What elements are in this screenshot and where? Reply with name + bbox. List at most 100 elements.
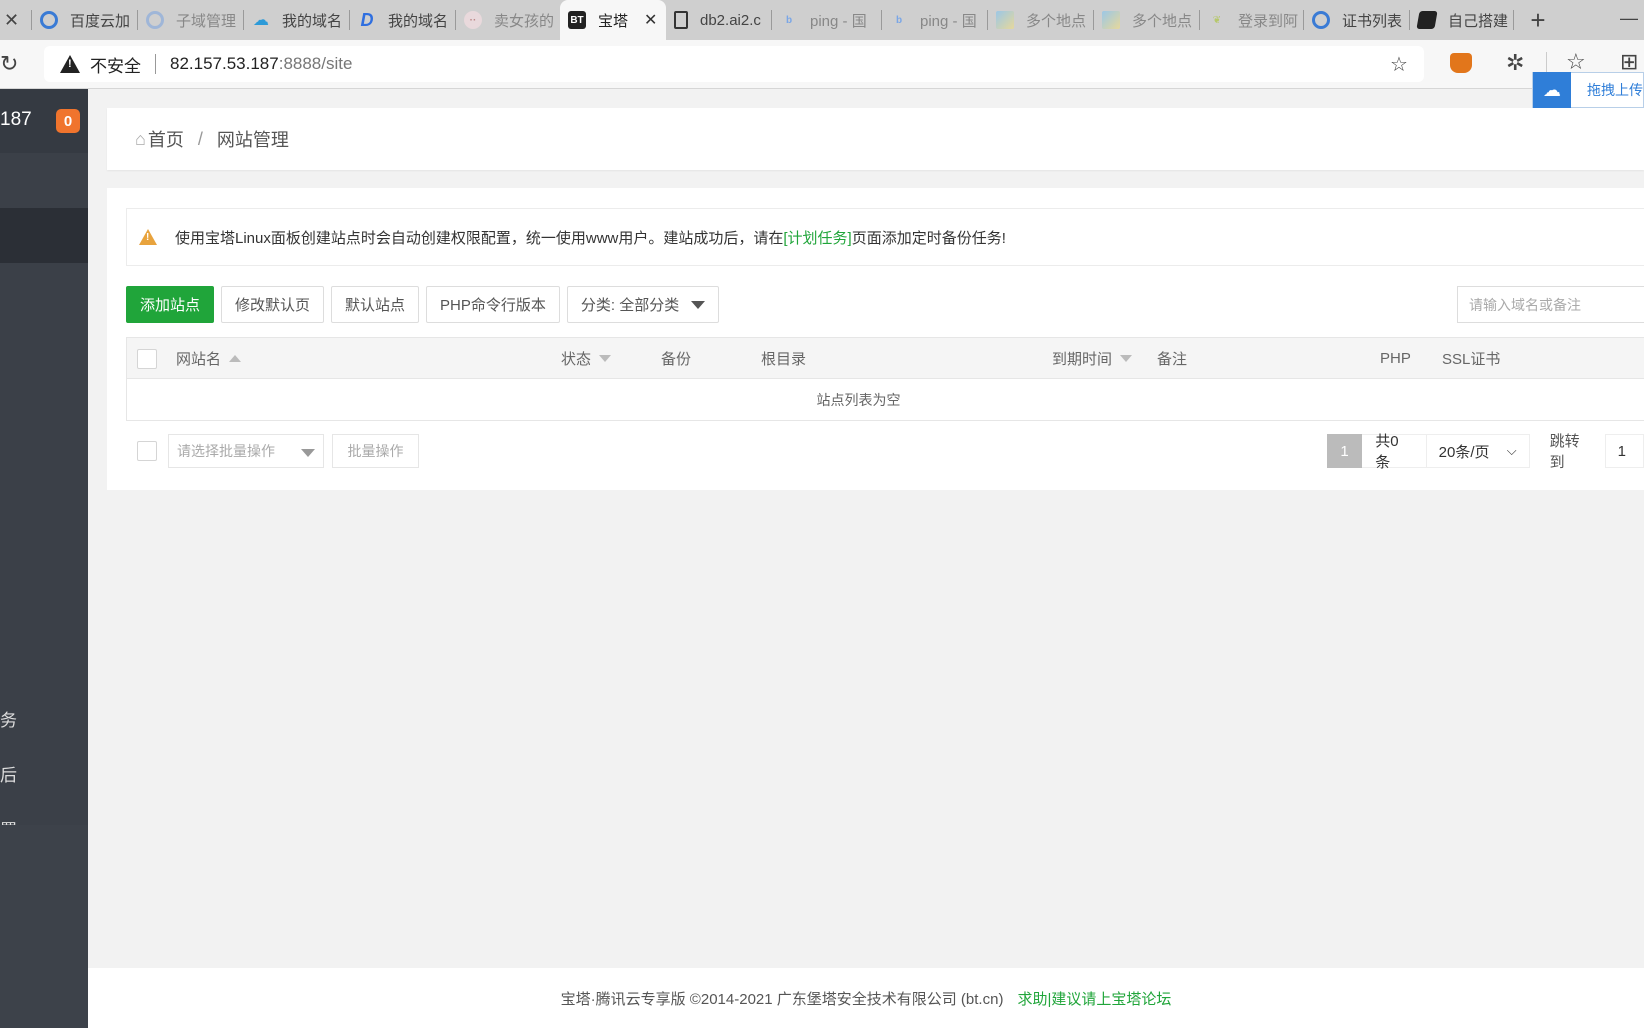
action-toolbar: 添加站点 修改默认页 默认站点 PHP命令行版本 分类: 全部分类 [126,286,726,323]
browser-tab[interactable]: b ping - 国 [772,0,882,40]
sort-desc-icon[interactable] [599,355,612,362]
table-footer: 请选择批量操作 批量操作 1 共0条 20条/页 ⌵ 跳转到 1 [126,433,1644,471]
batch-operation-button[interactable]: 批量操作 [332,434,419,468]
map-icon [996,11,1014,29]
warning-icon [60,55,80,73]
browser-tab[interactable]: ☁ 我的域名 [244,0,350,40]
browser-tab[interactable]: D 我的域名 [350,0,456,40]
site-management-panel: 使用宝塔Linux面板创建站点时会自动创建权限配置，统一使用www用户。建站成功… [107,188,1644,490]
sidebar-header: 187 0 [0,89,88,153]
close-icon[interactable]: ✕ [4,10,19,31]
sidebar-item-website[interactable] [0,208,88,263]
select-all-bottom-checkbox[interactable] [137,441,157,461]
drag-upload-label: 拖拽上传 [1587,82,1643,98]
page-icon [674,11,688,29]
batch-operation-select[interactable]: 请选择批量操作 [168,434,324,468]
browser-tab[interactable]: db2.ai2.c [666,0,772,40]
breadcrumb: ⌂ 首页 / 网站管理 [107,108,1644,170]
warning-icon [139,229,157,245]
column-label: SSL证书 [1442,351,1501,368]
caret-down-icon [301,449,315,457]
browser-tab[interactable]: ❦ 登录到阿 [1200,0,1304,40]
browser-tab[interactable]: 百度云加 [32,0,138,40]
select-all-checkbox[interactable] [137,338,157,379]
sidebar-item-tasks[interactable]: 务 [0,691,88,746]
reload-icon[interactable]: ↻ [0,51,18,77]
browser-tab[interactable]: 自己搭建 [1410,0,1514,40]
column-label: PHP [1380,350,1411,367]
breadcrumb-separator: / [197,128,203,149]
tab-title: 我的域名 [282,12,343,30]
tab-title: 多个地点 [1132,12,1193,30]
checkbox[interactable] [137,348,157,369]
browser-tab[interactable]: 多个地点 [1094,0,1200,40]
leaf-icon: ❦ [1212,14,1222,26]
bing-icon: b [895,14,903,26]
forum-link[interactable]: 求助|建议请上宝塔论坛 [1017,988,1171,1009]
empty-message-text: 站点列表为空 [816,391,901,408]
address-bar[interactable]: 不安全 82.157.53.187:8888/site [44,46,1424,82]
column-status[interactable]: 状态 [561,338,612,379]
browser-tab[interactable]: 子域管理 [138,0,244,40]
column-site-name[interactable]: 网站名 [176,338,242,379]
notification-badge[interactable]: 0 [56,109,80,133]
site-search-input[interactable] [1469,296,1644,313]
tab-title: 证书列表 [1342,12,1403,30]
column-label: 网站名 [176,351,222,368]
new-tab-button[interactable]: + [1522,5,1554,36]
page-size-value: 20条/页 [1438,443,1490,461]
pagination: 1 共0条 20条/页 ⌵ 跳转到 1 [1327,433,1644,471]
browser-tab-close-partial[interactable]: ✕ [0,0,32,40]
minimize-window-button[interactable]: — [1620,8,1638,29]
tab-title: 多个地点 [1026,12,1087,30]
chevron-down-icon: ⌵ [1506,443,1517,458]
tab-title: 自己搭建 [1448,12,1509,30]
page-size-select[interactable]: 20条/页 ⌵ [1426,434,1530,468]
browser-tab[interactable]: b ping - 国 [882,0,988,40]
breadcrumb-home[interactable]: 首页 [148,126,184,152]
browser-tab[interactable]: ·· 卖女孩的 [456,0,560,40]
close-tab-icon[interactable]: ✕ [644,10,657,30]
sort-asc-icon[interactable] [229,355,242,362]
server-ip: 187 [0,109,32,130]
sidebar-footer [0,825,88,1028]
metamask-extension-icon[interactable] [1450,53,1472,73]
add-favorite-icon[interactable]: ☆ [1390,52,1408,77]
empty-table-message: 站点列表为空 [127,379,1644,420]
browser-tab[interactable]: 证书列表 [1304,0,1410,40]
default-site-button[interactable]: 默认站点 [331,286,420,323]
d-logo-icon: D [360,9,374,30]
bt-logo-icon: BT [568,11,586,29]
security-status[interactable]: 不安全 [90,52,141,77]
column-root-dir: 根目录 [761,338,806,379]
php-cli-version-button[interactable]: PHP命令行版本 [426,286,560,323]
batch-select-placeholder: 请选择批量操作 [177,443,275,459]
extensions-icon[interactable]: ✲ [1506,50,1524,76]
tab-title: 宝塔 [598,12,629,30]
cron-tasks-link[interactable]: [计划任务] [783,230,851,247]
tab-title: 我的域名 [388,12,449,30]
add-site-button[interactable]: 添加站点 [126,286,215,323]
column-ssl: SSL证书 [1442,338,1500,379]
cdn-logo-icon [146,11,164,29]
sidebar-item[interactable] [0,153,88,208]
url-path: :8888/site [278,54,353,73]
site-search[interactable] [1457,286,1644,323]
sort-desc-icon[interactable] [1120,355,1133,362]
column-expiry[interactable]: 到期时间 [1052,338,1133,379]
column-label: 备注 [1157,351,1188,368]
browser-tab-strip: ✕ 百度云加 子域管理 ☁ 我的域名 D 我的域名 ·· 卖女孩的 BT 宝塔 … [0,0,1644,40]
tab-title: 登录到阿 [1238,12,1299,30]
edit-default-page-button[interactable]: 修改默认页 [221,286,325,323]
column-label: 根目录 [761,351,807,368]
browser-tab[interactable]: 多个地点 [988,0,1094,40]
tab-title: ping - 国 [810,12,867,30]
sidebar-item-panel[interactable]: 后 [0,746,88,801]
page-current[interactable]: 1 [1327,434,1363,468]
category-filter-select[interactable]: 分类: 全部分类 [566,286,720,323]
drag-upload-popup[interactable]: ☁ 拖拽上传 [1532,72,1644,108]
caret-down-icon [691,300,706,309]
home-icon: ⌂ [135,128,146,149]
jump-page-input[interactable]: 1 [1604,434,1644,468]
browser-tab-active[interactable]: BT 宝塔 ✕ [560,0,666,40]
